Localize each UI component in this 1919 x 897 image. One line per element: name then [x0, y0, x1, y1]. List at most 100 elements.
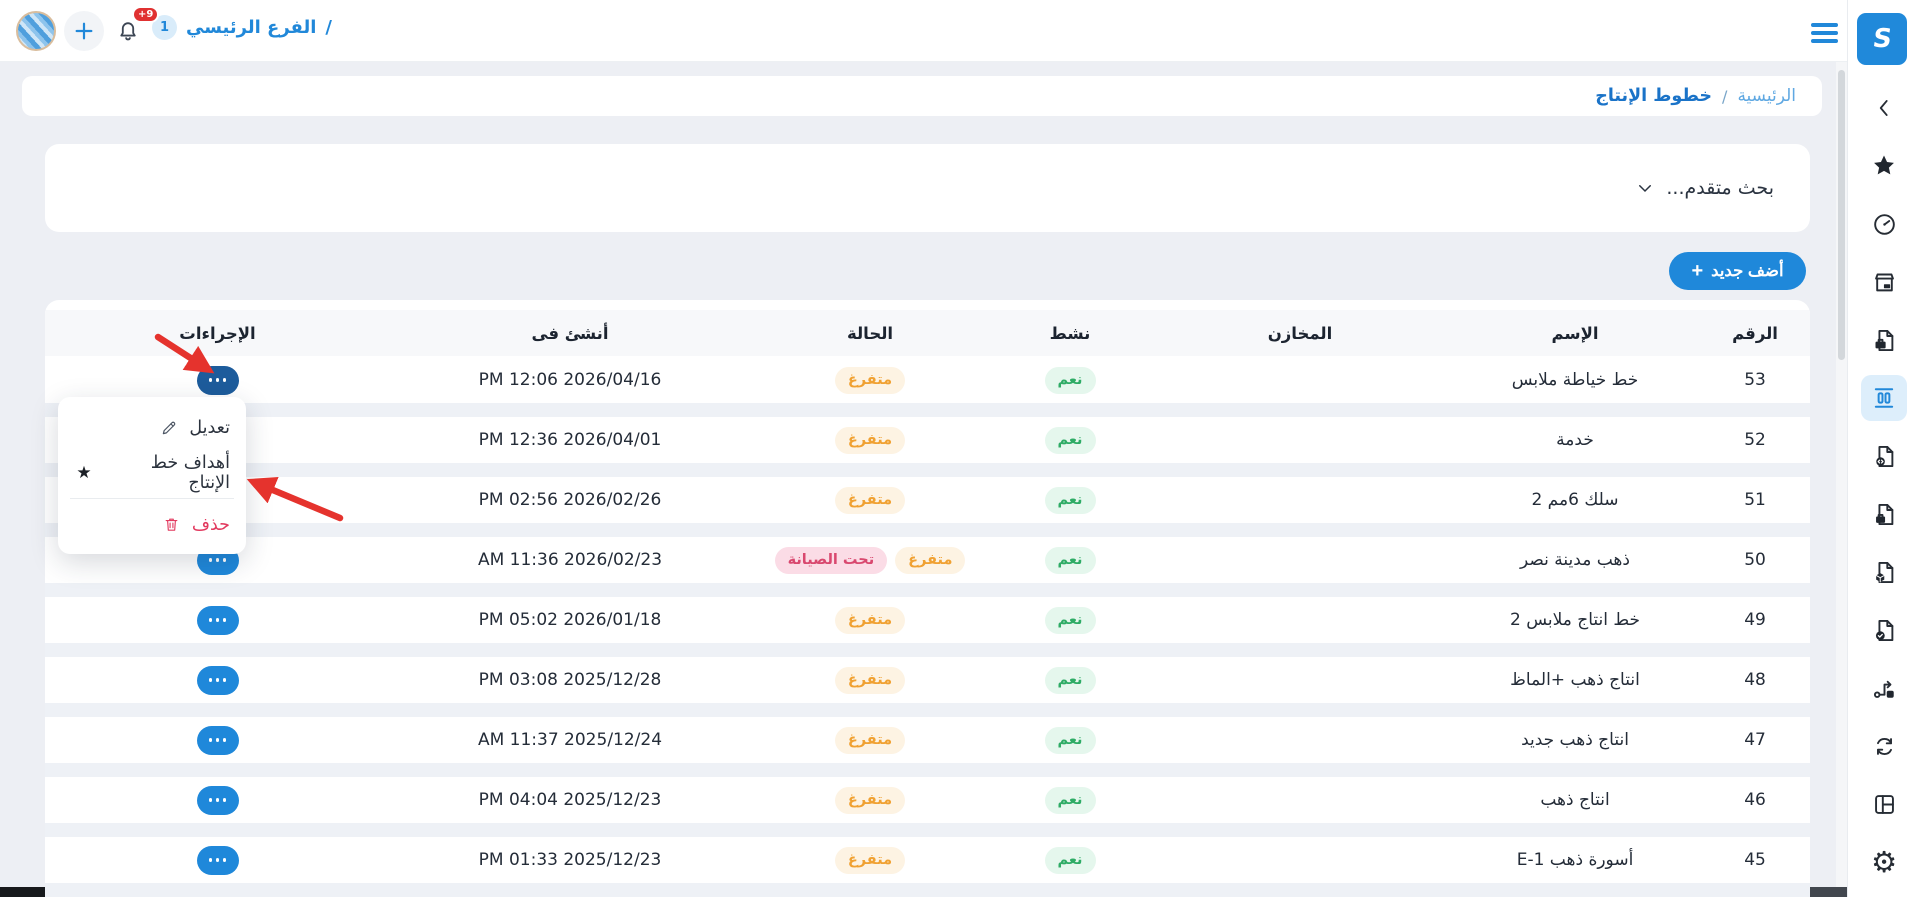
- row-actions-button[interactable]: [197, 366, 239, 395]
- sidebar-item-hr[interactable]: [1861, 491, 1907, 537]
- cell-name: خط خياطة ملابس: [1450, 357, 1700, 403]
- vertical-scrollbar[interactable]: [1836, 62, 1847, 887]
- sidebar-collapse-button[interactable]: [1861, 85, 1907, 131]
- cell-id: 50: [1700, 537, 1810, 583]
- cell-status: متفرغ: [750, 657, 990, 703]
- app-logo[interactable]: S: [1857, 13, 1907, 65]
- advanced-search-card: بحث متقدم...: [45, 144, 1810, 232]
- table-row: 53 خط خياطة ملابس نعم متفرغ PM 12:06 202…: [45, 357, 1810, 403]
- cell-created: PM 04:04 2025/12/23: [390, 777, 750, 823]
- cell-active: نعم: [990, 357, 1150, 403]
- row-actions-button[interactable]: [197, 786, 239, 815]
- sidebar-item-approvals[interactable]: [1861, 607, 1907, 653]
- active-pill: نعم: [1045, 607, 1096, 634]
- cell-id: 47: [1700, 717, 1810, 763]
- sidebar-item-settings[interactable]: ⚙: [1861, 839, 1907, 885]
- sidebar-item-inventory[interactable]: [1861, 549, 1907, 595]
- row-actions-button[interactable]: [197, 726, 239, 755]
- menu-divider: [70, 498, 234, 499]
- document-bag-icon: [1871, 501, 1898, 528]
- table-row: 51 سلك 6مم 2 نعم متفرغ PM 02:56 2026/02/…: [45, 477, 1810, 523]
- add-quick-button[interactable]: [64, 11, 104, 51]
- cell-id: 52: [1700, 417, 1810, 463]
- sync-icon: [1871, 733, 1898, 760]
- cell-warehouses: [1150, 837, 1450, 883]
- sidebar-item-favorites[interactable]: [1861, 143, 1907, 189]
- cell-name: خط انتاج ملابس 2: [1450, 597, 1700, 643]
- production-lines-icon: [1870, 384, 1898, 412]
- table-row: 48 انتاج ذهب +الماظ نعم متفرغ PM 03:08 2…: [45, 657, 1810, 703]
- cell-name: انتاج ذهب جديد: [1450, 717, 1700, 763]
- row-actions-button[interactable]: [197, 846, 239, 875]
- gauge-icon: [1871, 211, 1898, 238]
- active-pill: نعم: [1045, 547, 1096, 574]
- cell-created: PM 05:02 2026/01/18: [390, 597, 750, 643]
- context-menu-production-targets[interactable]: أهداف خط الإنتاج ★: [58, 450, 246, 495]
- advanced-search-label: بحث متقدم...: [1666, 177, 1774, 199]
- cell-id: 49: [1700, 597, 1810, 643]
- sidebar-item-dashboard[interactable]: [1861, 201, 1907, 247]
- breadcrumb: الرئيسية / خطوط الإنتاج: [22, 76, 1822, 116]
- company-logo: [16, 11, 56, 51]
- row-actions-button[interactable]: [197, 666, 239, 695]
- active-pill: نعم: [1045, 847, 1096, 874]
- context-menu-edit[interactable]: تعديل: [58, 405, 246, 450]
- sidebar-item-pos[interactable]: [1861, 259, 1907, 305]
- table-row: 52 خدمة نعم متفرغ PM 12:36 2026/04/01: [45, 417, 1810, 463]
- column-header-active: نشط: [990, 310, 1150, 356]
- add-new-button[interactable]: أضف جديد +: [1669, 252, 1806, 290]
- plus-icon: [73, 20, 95, 42]
- cell-status: متفرغ: [750, 357, 990, 403]
- table-body: 53 خط خياطة ملابس نعم متفرغ PM 12:06 202…: [45, 357, 1810, 897]
- cell-actions: [45, 657, 390, 703]
- cell-id: 51: [1700, 477, 1810, 523]
- trash-icon: [162, 516, 182, 533]
- active-pill: نعم: [1045, 427, 1096, 454]
- cell-warehouses: [1150, 597, 1450, 643]
- chevron-down-icon: [1636, 179, 1654, 197]
- gear-icon: ⚙: [1871, 848, 1897, 877]
- table-row: 47 انتاج ذهب جديد نعم متفرغ AM 11:37 202…: [45, 717, 1810, 763]
- document-box-icon: [1871, 559, 1898, 586]
- active-pill: نعم: [1045, 487, 1096, 514]
- status-pill: متفرغ: [835, 427, 905, 454]
- column-header-status: الحالة: [750, 310, 990, 356]
- store-icon: [1871, 269, 1898, 296]
- sidebar-item-production-lines[interactable]: [1861, 375, 1907, 421]
- star-icon: [1870, 152, 1898, 180]
- status-pill: متفرغ: [835, 727, 905, 754]
- cell-name: انتاج ذهب: [1450, 777, 1700, 823]
- advanced-search-toggle[interactable]: بحث متقدم...: [1636, 177, 1774, 199]
- breadcrumb-separator: /: [1722, 87, 1727, 106]
- cell-active: نعم: [990, 597, 1150, 643]
- cell-active: نعم: [990, 657, 1150, 703]
- branch-breadcrumb[interactable]: 1 الفرع الرئيسي /: [152, 15, 332, 40]
- cell-active: نعم: [990, 777, 1150, 823]
- edit-label: تعديل: [189, 418, 230, 438]
- cell-warehouses: [1150, 777, 1450, 823]
- sidebar-item-sync[interactable]: [1861, 723, 1907, 769]
- breadcrumb-current: خطوط الإنتاج: [1595, 86, 1712, 106]
- cell-created: PM 03:08 2025/12/28: [390, 657, 750, 703]
- active-pill: نعم: [1045, 787, 1096, 814]
- sidebar-item-purchases[interactable]: [1861, 317, 1907, 363]
- cell-status: متفرغ: [750, 597, 990, 643]
- notifications-count-badge: +9: [132, 6, 159, 23]
- column-header-actions: الإجراءات: [45, 310, 390, 356]
- delete-label: حذف: [192, 515, 230, 535]
- production-targets-label: أهداف خط الإنتاج: [104, 453, 230, 493]
- table-row: 46 انتاج ذهب نعم متفرغ PM 04:04 2025/12/…: [45, 777, 1810, 823]
- sidebar-item-layout[interactable]: [1861, 781, 1907, 827]
- status-pill: متفرغ: [835, 847, 905, 874]
- cell-warehouses: [1150, 717, 1450, 763]
- sidebar-item-projects[interactable]: [1861, 433, 1907, 479]
- vertical-scrollbar-thumb[interactable]: [1838, 70, 1845, 360]
- branch-slash: /: [325, 17, 332, 38]
- cell-status: متفرغ: [750, 477, 990, 523]
- context-menu-delete[interactable]: حذف: [58, 502, 246, 547]
- row-actions-button[interactable]: [197, 606, 239, 635]
- menu-hamburger-button[interactable]: [1811, 23, 1838, 43]
- cell-created: AM 11:37 2025/12/24: [390, 717, 750, 763]
- sidebar-item-workflow[interactable]: [1861, 665, 1907, 711]
- breadcrumb-home-link[interactable]: الرئيسية: [1737, 86, 1796, 106]
